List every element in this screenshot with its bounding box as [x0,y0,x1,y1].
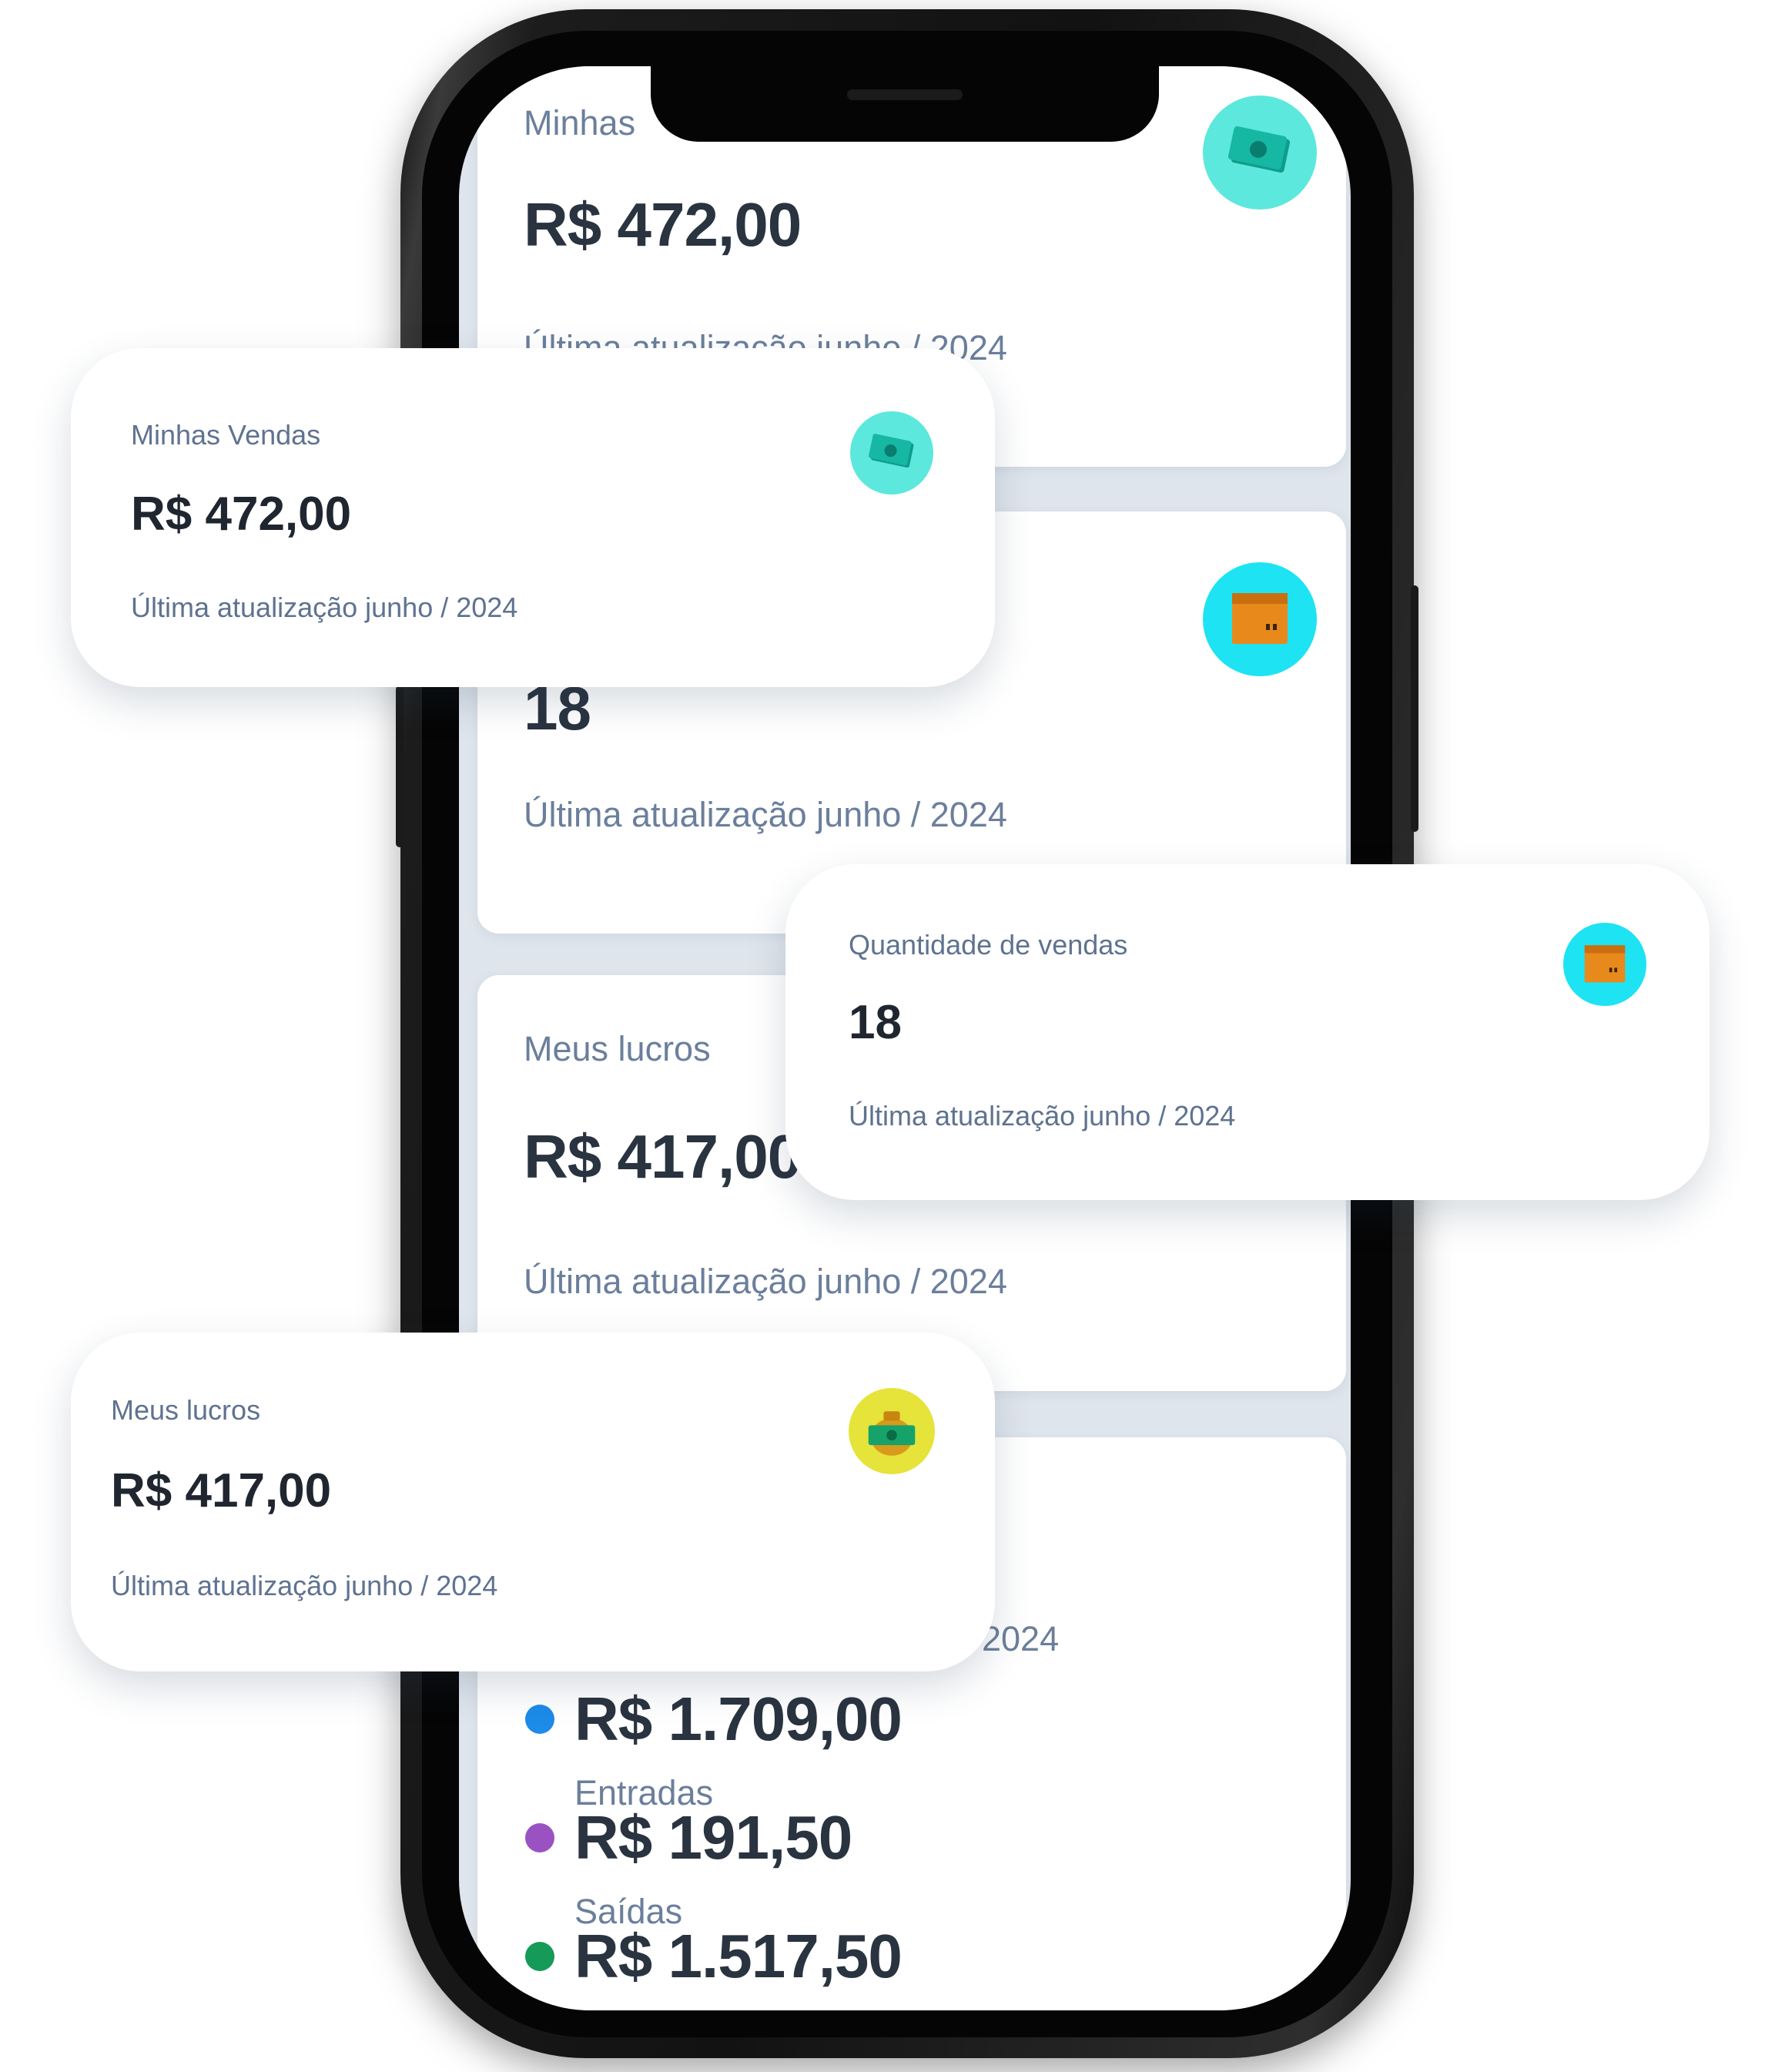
box-icon [1203,562,1317,676]
card-label: Quantidade de vendas [849,929,1128,961]
legend-row-saidas: R$ 191,50 [525,1802,852,1873]
card-label: Minhas Vendas [131,419,321,451]
floating-card-meus-lucros[interactable]: Meus lucros R$ 417,00 Última atualização… [71,1333,995,1671]
card-footer: Última atualização junho / 2024 [111,1570,498,1601]
legend-dot-saldo [525,1942,554,1971]
legend-value: R$ 1.517,50 [574,1922,903,1990]
phone-power-button [1411,585,1418,832]
card-footer-fragment: 2024 [982,1619,1060,1658]
floating-card-quantidade-vendas[interactable]: Quantidade de vendas 18 Última atualizaç… [785,864,1710,1200]
legend-dot-entradas [525,1705,554,1734]
cash-icon [1203,96,1317,210]
legend-dot-saidas [525,1823,554,1852]
card-footer: Última atualização junho / 2024 [524,795,1007,834]
phone-notch [651,62,1159,142]
legend-row-saldo: R$ 1.517,50 [525,1921,903,1992]
money-bag-icon [849,1388,935,1474]
box-icon [1563,923,1646,1006]
cash-icon [850,411,933,495]
legend-row-entradas: R$ 1.709,00 [525,1684,903,1755]
phone-speaker [847,89,963,100]
card-value: R$ 472,00 [131,488,352,541]
card-label: Minhas [524,103,636,142]
card-footer: Última atualização junho / 2024 [524,1262,1007,1301]
floating-card-minhas-vendas[interactable]: Minhas Vendas R$ 472,00 Última atualizaç… [71,348,995,687]
card-footer: Última atualização junho / 2024 [849,1100,1236,1132]
legend-value: R$ 1.709,00 [574,1685,903,1753]
card-value: 18 [849,996,902,1049]
phone-volume-down-button [396,686,404,847]
card-label: Meus lucros [524,1029,711,1068]
card-footer: Última atualização junho / 2024 [131,592,518,623]
card-label: Meus lucros [111,1394,261,1426]
card-value: R$ 472,00 [524,190,802,259]
card-value: R$ 417,00 [524,1122,802,1191]
legend-value: R$ 191,50 [574,1803,852,1872]
card-value: R$ 417,00 [111,1464,332,1517]
